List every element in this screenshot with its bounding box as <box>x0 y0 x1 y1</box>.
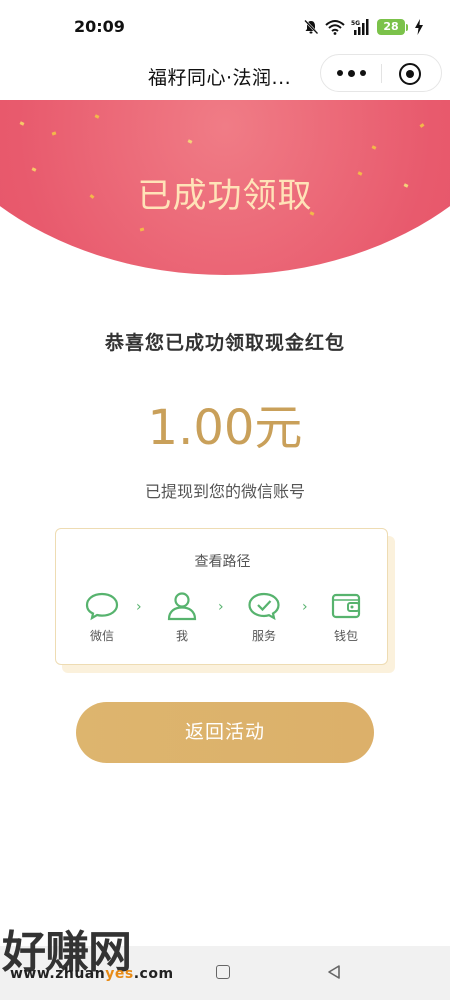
congrats-text: 恭喜您已成功领取现金红包 <box>104 332 345 354</box>
status-icons: 5G 28 <box>303 16 424 38</box>
amount-value: 1.00元 <box>147 400 303 456</box>
path-step-wallet: 钱包 <box>318 591 374 644</box>
more-dots-icon[interactable] <box>321 55 381 91</box>
capsule-divider <box>381 64 382 83</box>
page-title: 福籽同心·法润... <box>148 67 292 89</box>
charging-icon <box>415 19 423 35</box>
nav-bar: 福籽同心·法润... <box>0 54 450 100</box>
mini-program-capsule <box>320 54 442 92</box>
watermark-url-suffix: .com <box>133 966 174 982</box>
path-step-label: 微信 <box>89 629 114 643</box>
check-circle-icon <box>248 592 280 621</box>
watermark-url-prefix: www.zhuan <box>10 966 106 982</box>
path-step-label: 我 <box>175 629 188 643</box>
path-step-label: 钱包 <box>333 629 358 643</box>
svg-text:5G: 5G <box>351 20 360 27</box>
person-icon <box>167 592 197 621</box>
banner-title: 已成功领取 <box>137 176 313 216</box>
back-triangle-icon[interactable] <box>326 964 342 980</box>
wifi-icon <box>325 20 345 35</box>
chevron-right-icon: › <box>302 599 308 615</box>
battery-icon: 28 <box>377 19 405 35</box>
path-step-label: 服务 <box>251 629 276 643</box>
signal-icon: 5G <box>351 19 369 35</box>
battery-tip <box>406 23 408 31</box>
path-step-services: 服务 <box>236 591 292 644</box>
path-card: 查看路径 微信 › 我 › 服务 › 钱包 <box>55 528 388 665</box>
chevron-right-icon: › <box>218 599 224 615</box>
chat-bubble-icon <box>85 592 119 621</box>
return-to-activity-button[interactable]: 返回活动 <box>76 702 374 763</box>
target-close-icon[interactable] <box>399 63 421 85</box>
path-step-me: 我 <box>154 591 210 644</box>
recent-apps-icon[interactable] <box>216 965 230 979</box>
status-time: 20:09 <box>74 17 125 36</box>
withdrawn-note: 已提现到您的微信账号 <box>144 482 305 501</box>
status-bar: 20:09 5G 28 <box>0 0 450 54</box>
watermark-url: www.zhuanyes.com <box>10 966 174 982</box>
path-step-wechat: 微信 <box>74 591 130 644</box>
path-card-title: 查看路径 <box>194 554 251 570</box>
chevron-right-icon: › <box>136 599 142 615</box>
watermark-url-highlight: yes <box>105 966 134 982</box>
bell-off-icon <box>304 19 319 35</box>
wallet-icon <box>331 593 361 619</box>
